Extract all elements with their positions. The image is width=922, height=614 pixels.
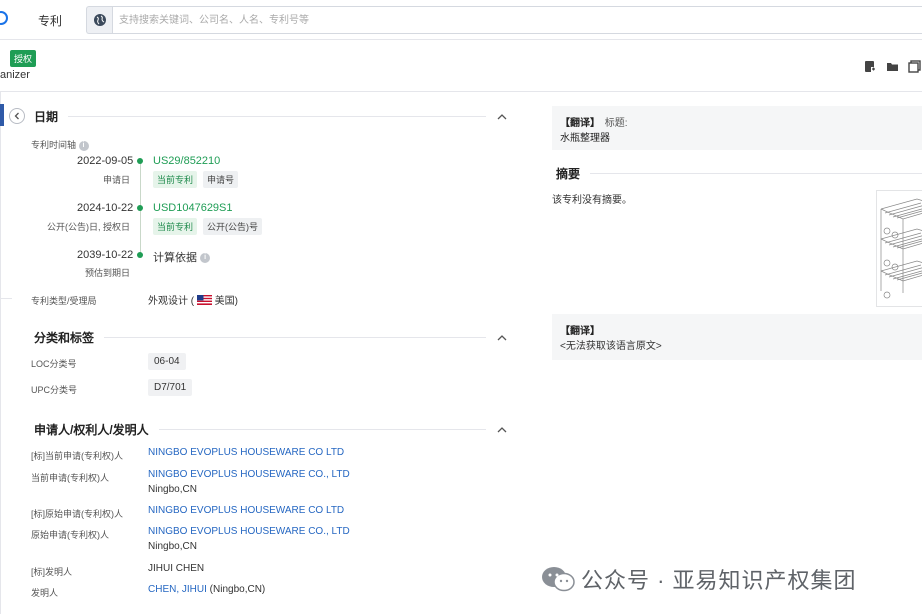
page-title: anizer (0, 69, 30, 81)
event-date: 2024-10-22 (77, 202, 134, 214)
dates-section-header[interactable]: 日期 (34, 108, 508, 125)
party-label: 发明人 (31, 588, 59, 598)
summary-section-header: 摘要 (556, 165, 922, 182)
event-type: 申请日 (103, 175, 131, 185)
no-source-text: <无法获取该语言原文> (560, 341, 662, 352)
nav-patent-link[interactable]: 专利 (38, 12, 62, 29)
section-title: 摘要 (556, 167, 581, 181)
inventor-name: JIHUI CHEN (148, 563, 205, 574)
party-location: Ningbo,CN (148, 484, 197, 495)
language-globe-button[interactable] (86, 6, 112, 34)
us-flag-icon (196, 295, 212, 305)
patent-type-value: 外观设计 ( 美国) (148, 295, 239, 307)
top-search-bar: 专利 (0, 0, 922, 40)
export-pdf-icon[interactable] (864, 60, 877, 73)
globe-icon (93, 14, 106, 26)
info-icon[interactable]: i (200, 253, 211, 264)
divider (590, 173, 922, 174)
party-link[interactable]: NINGBO EVOPLUS HOUSEWARE CO., LTD (148, 526, 350, 537)
patent-title-bar: 授权 anizer (0, 40, 922, 92)
wechat-icon (541, 565, 575, 593)
timeline-dot (137, 205, 143, 211)
translate-button[interactable]: 【翻译】 (560, 118, 600, 129)
party-label: [标]当前申请(专利权)人 (31, 451, 123, 461)
party-link[interactable]: NINGBO EVOPLUS HOUSEWARE CO LTD (148, 505, 344, 516)
parties-section-header[interactable]: 申请人/权利人/发明人 (34, 421, 508, 438)
timeline-dot (137, 158, 143, 164)
divider (158, 429, 486, 430)
loc-value[interactable]: 06-04 (148, 353, 186, 370)
watermark-text: 公众号 · 亚易知识产权集团 (581, 568, 857, 593)
water-bottle-organizer-drawing (880, 198, 922, 299)
summary-translation-box: 【翻译】 <无法获取该语言原文> (552, 314, 922, 360)
party-link[interactable]: NINGBO EVOPLUS HOUSEWARE CO LTD (148, 447, 344, 458)
gutter-divider (0, 298, 12, 299)
publication-number-link[interactable]: USD1047629S1 (153, 202, 233, 214)
loc-label: LOC分类号 (31, 359, 77, 369)
tag-publication-number: 公开(公告)号 (203, 218, 262, 235)
tag-current-patent: 当前专利 (153, 171, 198, 188)
search-input[interactable] (112, 6, 922, 34)
event-date: 2039-10-22 (77, 249, 134, 261)
gutter-active-marker (0, 104, 4, 126)
divider (68, 116, 486, 117)
application-number-link[interactable]: US29/852210 (153, 155, 220, 167)
party-label: 当前申请(专利权)人 (31, 473, 109, 483)
party-label: [标]原始申请(专利权)人 (31, 509, 123, 519)
tag-current-patent: 当前专利 (153, 218, 198, 235)
logo[interactable] (0, 11, 8, 25)
collapse-sidebar-button[interactable] (9, 108, 25, 124)
translate-button[interactable]: 【翻译】 (560, 322, 600, 337)
section-title: 日期 (34, 110, 59, 124)
section-title: 申请人/权利人/发明人 (34, 423, 149, 437)
timeline-dot (137, 252, 143, 258)
left-gutter (0, 92, 1, 614)
party-link[interactable]: NINGBO EVOPLUS HOUSEWARE CO., LTD (148, 469, 350, 480)
divider (104, 337, 486, 338)
copy-icon[interactable] (908, 60, 921, 73)
party-label: [标]发明人 (31, 567, 73, 577)
translated-title: 水瓶整理器 (560, 133, 610, 144)
title-toolbar (864, 60, 921, 73)
status-badge: 授权 (10, 50, 37, 67)
chevron-up-icon[interactable] (496, 424, 508, 436)
upc-value[interactable]: D7/701 (148, 379, 193, 396)
title-translation-box: 【翻译】 标题: 水瓶整理器 (552, 106, 922, 150)
timeline-label: 专利时间轴 i (31, 138, 89, 151)
info-icon[interactable]: i (78, 140, 89, 151)
section-title: 分类和标签 (34, 331, 95, 345)
calculation-basis[interactable]: 计算依据 i (153, 249, 211, 265)
summary-text: 该专利没有摘要。 (552, 195, 632, 206)
party-label: 原始申请(专利权)人 (31, 530, 109, 540)
chevron-up-icon[interactable] (496, 332, 508, 344)
translation-header: 【翻译】 标题: (560, 118, 628, 129)
watermark: 公众号 · 亚易知识产权集团 (541, 563, 857, 595)
patent-type-label: 专利类型/受理局 (31, 296, 97, 306)
folder-icon[interactable] (886, 60, 899, 73)
inventor-entry: CHEN, JIHUI (Ningbo,CN) (148, 584, 266, 595)
event-type: 预估到期日 (85, 268, 131, 278)
chevron-up-icon[interactable] (496, 111, 508, 123)
upc-label: UPC分类号 (31, 385, 78, 395)
inventor-link[interactable]: CHEN, JIHUI (148, 584, 207, 595)
event-type: 公开(公告)日, 授权日 (47, 222, 130, 232)
classification-section-header[interactable]: 分类和标签 (34, 329, 508, 346)
event-date: 2022-09-05 (77, 155, 134, 167)
chevron-left-icon (14, 112, 19, 120)
tag-application-number: 申请号 (203, 171, 239, 188)
patent-drawing-thumbnail[interactable] (876, 190, 922, 307)
party-location: Ningbo,CN (148, 541, 197, 552)
